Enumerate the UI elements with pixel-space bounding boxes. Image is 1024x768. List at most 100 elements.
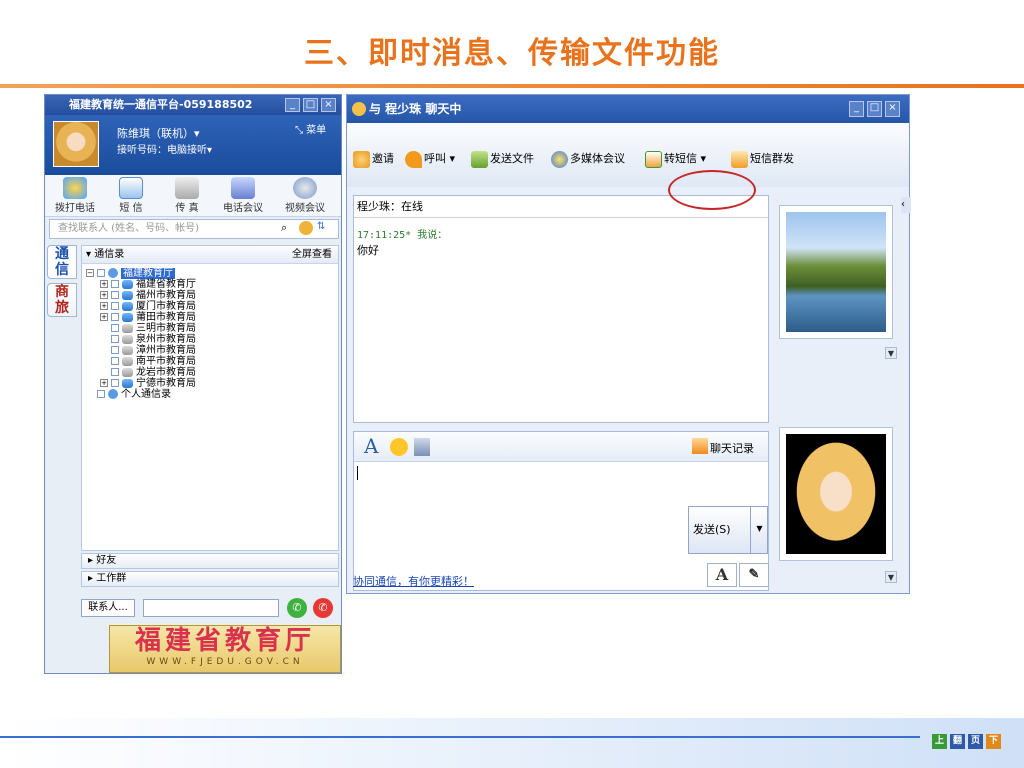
search-icon[interactable]: ⌕ [281,221,287,235]
tree-node[interactable]: + 厦门市教育局 [100,301,196,312]
nav-next-button[interactable]: 下 [986,734,1001,749]
banner-url: WWW.FJEDU.GOV.CN [146,657,304,667]
sort-icon[interactable]: ⇅ [317,221,325,232]
minimize-button[interactable]: _ [285,98,300,112]
font-button[interactable]: A [707,563,737,587]
collapse-panel-icon[interactable]: ‹ [901,197,911,213]
hangup-icon[interactable]: ✆ [313,598,333,618]
chat-history-link[interactable]: 聊天记录 [710,440,754,456]
tree-node[interactable]: + 莆田市教育局 [100,312,196,323]
checkbox[interactable] [111,346,119,354]
dial-button[interactable]: 拨打电话 [47,175,103,217]
tree-node[interactable]: 泉州市教育局 [111,334,196,345]
tree-header-label[interactable]: ▾ 通信录 [82,249,124,260]
checkbox[interactable] [111,368,119,376]
tree-node-label: 莆田市教育局 [136,312,196,323]
expand-icon[interactable]: + [100,379,108,387]
call-icon[interactable]: ✆ [287,598,307,618]
video-conference-button[interactable]: 视频会议 [277,175,333,217]
call-button[interactable]: 呼叫 ▾ [405,148,455,170]
tree-node[interactable]: 龙岩市教育局 [111,367,196,378]
video-label: 视频会议 [285,203,325,214]
group-sms-button[interactable]: 短信群发 [731,148,794,170]
tree-node[interactable]: + 福州市教育局 [100,290,196,301]
history-icon[interactable] [692,438,708,454]
avatar[interactable] [53,121,99,167]
screenshot-icon[interactable] [414,438,430,456]
contact-photo [779,205,893,339]
add-contact-icon[interactable] [299,221,313,235]
multimedia-label: 多媒体会议 [570,152,625,165]
contact-icon [122,323,133,333]
collapse-icon[interactable]: − [86,269,94,277]
tree-personal[interactable]: 个人通信录 [97,389,196,400]
video-icon [293,177,317,199]
fullscreen-view-link[interactable]: 全屏查看 [292,246,332,264]
tree-root[interactable]: − 福建教育厅 [86,268,196,279]
checkbox[interactable] [111,313,119,321]
checkbox[interactable] [111,357,119,365]
close-button[interactable]: × [321,98,336,112]
nav-first-button[interactable]: 上 [932,734,947,749]
group-friends[interactable]: ▸ 好友 [81,553,339,569]
checkbox[interactable] [97,269,105,277]
minimize-button[interactable]: _ [849,101,864,117]
tree-node[interactable]: 南平市教育局 [111,356,196,367]
nav-page-button[interactable]: 页 [968,734,983,749]
checkbox[interactable] [111,280,119,288]
maximize-button[interactable]: □ [303,98,318,112]
tree-node[interactable]: + 福建省教育厅 [100,279,196,290]
listen-number[interactable]: 接听号码：电脑接听▾ [117,141,212,156]
tree-node-label: 福建省教育厅 [136,279,196,290]
contact-search-input[interactable]: 查找联系人 (姓名、号码、帐号) [49,219,339,239]
tree-node[interactable]: + 宁德市教育局 [100,378,196,389]
sms-button[interactable]: 短 信 [103,175,159,217]
checkbox[interactable] [111,324,119,332]
expand-icon[interactable]: + [100,302,108,310]
forward-sms-button[interactable]: 转短信 ▾ [645,148,706,170]
contact-icon [122,290,133,300]
checkbox[interactable] [111,302,119,310]
checkbox[interactable] [111,335,119,343]
sms-label: 短 信 [119,203,143,214]
fax-icon [175,177,199,199]
close-button[interactable]: × [885,101,900,117]
emoji-icon[interactable] [390,438,408,456]
user-status[interactable]: 陈维琪（联机）▾ [117,125,200,141]
dial-number-input[interactable] [143,599,279,617]
tree-node[interactable]: 三明市教育局 [111,323,196,334]
contact-icon [122,356,133,366]
group-work[interactable]: ▸ 工作群 [81,571,339,587]
checkbox[interactable] [111,379,119,387]
photo-menu-icon[interactable]: ▼ [885,347,897,359]
checkbox[interactable] [97,390,105,398]
checkbox[interactable] [111,291,119,299]
send-file-button[interactable]: 发送文件 [471,148,534,170]
fax-button[interactable]: 传 真 [159,175,215,217]
forward-sms-label: 转短信 ▾ [664,152,707,165]
tree-node[interactable]: 漳州市教育局 [111,345,196,356]
tree-node-label: 漳州市教育局 [136,345,196,356]
tab-travel[interactable]: 商 旅 [47,283,77,317]
conference-call-button[interactable]: 电话会议 [215,175,271,217]
message-input[interactable] [354,462,684,562]
nav-prev-button[interactable]: 翻 [950,734,965,749]
slogan-link[interactable]: 协同通信，有你更精彩！ [353,573,474,589]
expand-icon[interactable]: + [100,291,108,299]
expand-icon[interactable]: + [100,313,108,321]
tab-contacts[interactable]: 通 信 [47,245,77,279]
font-icon[interactable]: A [364,434,378,458]
send-options-icon[interactable]: ▼ [750,506,768,554]
pen-icon[interactable]: ✎ [739,563,769,587]
maximize-button[interactable]: □ [867,101,882,117]
photo-menu-icon[interactable]: ▼ [885,571,897,583]
contacts-picker-button[interactable]: 联系人... [81,599,135,617]
message-body: 你好 [357,244,379,257]
contacts-toolbar: 拨打电话 短 信 传 真 电话会议 视频会议 [45,175,341,217]
menu-button[interactable]: ⤡ 菜单 [295,121,326,136]
expand-icon[interactable]: + [100,280,108,288]
invite-button[interactable]: 邀请 [353,148,394,170]
multimedia-meeting-button[interactable]: 多媒体会议 [551,148,625,170]
tree-node-label: 龙岩市教育局 [136,367,196,378]
contact-icon [122,334,133,344]
